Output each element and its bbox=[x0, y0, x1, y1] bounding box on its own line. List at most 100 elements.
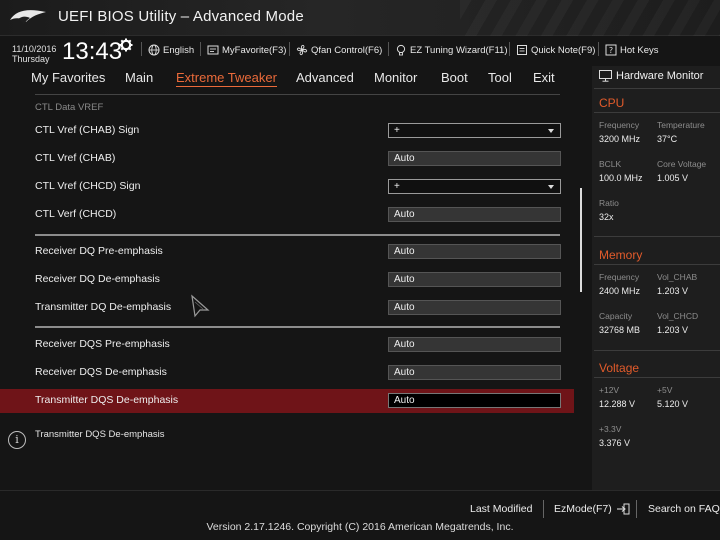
hw-mem-frequency-label: Frequency bbox=[599, 272, 640, 282]
setting-dropdown[interactable]: + bbox=[388, 179, 561, 194]
setting-field[interactable]: Auto bbox=[388, 244, 561, 259]
scrollbar[interactable] bbox=[580, 188, 582, 292]
setting-field[interactable]: Auto bbox=[388, 272, 561, 287]
menu-main[interactable]: Main bbox=[125, 70, 153, 85]
hw-bclk-label: BCLK bbox=[599, 159, 622, 169]
myfavorite-button[interactable]: MyFavorite(F3) bbox=[207, 43, 286, 57]
version-text: Version 2.17.1246. Copyright (C) 2016 Am… bbox=[206, 521, 514, 533]
setting-label: Receiver DQS Pre-emphasis bbox=[35, 338, 170, 350]
hw-mem-frequency-value: 2400 MHz bbox=[599, 286, 641, 296]
hw-12v-label: +12V bbox=[599, 385, 620, 395]
hw-vol-chab-label: Vol_CHAB bbox=[657, 272, 698, 282]
svg-text:?: ? bbox=[609, 46, 613, 55]
dropdown-caret-icon bbox=[548, 129, 554, 133]
setting-field[interactable]: Auto bbox=[388, 300, 561, 315]
setting-field[interactable]: Auto bbox=[388, 337, 561, 352]
toolbar-separator bbox=[388, 42, 389, 56]
date-display: 11/10/2016 Thursday bbox=[12, 44, 56, 64]
menu-extreme-tweaker[interactable]: Extreme Tweaker bbox=[176, 70, 277, 87]
setting-field[interactable]: Auto bbox=[388, 365, 561, 380]
setting-label: CTL Vref (CHAB) bbox=[35, 152, 116, 164]
ez-tuning-wizard-button[interactable]: EZ Tuning Wizard(F11) bbox=[395, 43, 508, 57]
setting-label: CTL Verf (CHCD) bbox=[35, 208, 117, 220]
setting-label: CTL Vref (CHAB) Sign bbox=[35, 124, 140, 136]
bottom-separator bbox=[543, 500, 544, 518]
section-divider bbox=[35, 234, 560, 236]
menu-my-favorites[interactable]: My Favorites bbox=[31, 70, 105, 85]
group-label: CTL Data VREF bbox=[35, 102, 104, 113]
hw-5v-label: +5V bbox=[657, 385, 673, 395]
setting-dropdown[interactable]: + bbox=[388, 123, 561, 138]
hw-voltage-heading: Voltage bbox=[599, 361, 640, 375]
setting-field[interactable]: Auto bbox=[388, 207, 561, 222]
hw-section-line bbox=[594, 112, 720, 113]
toolbar-separator bbox=[509, 42, 510, 56]
hw-3v3-value: 3.376 V bbox=[599, 438, 631, 448]
hardware-monitor-label: Hardware Monitor bbox=[616, 70, 704, 82]
setting-field-selected[interactable]: Auto bbox=[388, 393, 561, 408]
hot-keys-label: Hot Keys bbox=[620, 44, 659, 56]
language-button[interactable]: English bbox=[148, 43, 194, 57]
rog-eye-logo bbox=[10, 10, 46, 25]
hw-title-line bbox=[594, 88, 720, 89]
language-label: English bbox=[163, 44, 195, 56]
search-faq-button[interactable]: Search on FAQ bbox=[648, 503, 720, 515]
gear-icon[interactable] bbox=[119, 38, 133, 52]
setting-field[interactable]: Auto bbox=[388, 151, 561, 166]
setting-value: + bbox=[394, 181, 400, 192]
hw-core-voltage-label: Core Voltage bbox=[657, 159, 707, 169]
clock: 13:43 bbox=[62, 38, 123, 65]
mouse-cursor-icon bbox=[191, 294, 210, 318]
setting-label: Transmitter DQ De-emphasis bbox=[35, 301, 172, 313]
hw-memory-heading: Memory bbox=[599, 248, 643, 262]
bulb-icon bbox=[396, 44, 406, 56]
hw-vol-chcd-label: Vol_CHCD bbox=[657, 311, 699, 321]
date-text: 11/10/2016 bbox=[12, 44, 57, 54]
ezmode-button[interactable]: EzMode(F7) bbox=[554, 503, 630, 515]
fan-icon bbox=[296, 44, 308, 56]
hw-cpu-frequency-label: Frequency bbox=[599, 120, 640, 130]
hw-cpu-temperature-label: Temperature bbox=[657, 120, 705, 130]
hot-keys-button[interactable]: ? Hot Keys bbox=[605, 43, 659, 57]
favorite-icon bbox=[207, 45, 219, 55]
hw-12v-value: 12.288 V bbox=[599, 399, 636, 409]
menu-monitor[interactable]: Monitor bbox=[374, 70, 417, 85]
hw-vol-chcd-value: 1.203 V bbox=[657, 325, 689, 335]
hw-capacity-label: Capacity bbox=[599, 311, 633, 321]
hw-section-line bbox=[594, 350, 720, 351]
toolbar-separator bbox=[598, 42, 599, 56]
ezmode-label: EzMode(F7) bbox=[554, 503, 612, 515]
section-divider bbox=[35, 326, 560, 328]
ez-tuning-wizard-label: EZ Tuning Wizard(F11) bbox=[410, 44, 508, 56]
help-icon: ? bbox=[605, 44, 617, 56]
note-icon bbox=[517, 45, 527, 55]
menu-boot[interactable]: Boot bbox=[441, 70, 468, 85]
toolbar-separator bbox=[200, 42, 201, 56]
exit-arrow-icon bbox=[616, 503, 630, 515]
content-top-line bbox=[35, 94, 560, 95]
hw-cpu-heading: CPU bbox=[599, 96, 625, 110]
qfan-control-button[interactable]: Qfan Control(F6) bbox=[296, 43, 382, 57]
setting-label: Receiver DQ De-emphasis bbox=[35, 273, 160, 285]
hw-ratio-value: 32x bbox=[599, 212, 614, 222]
hw-vol-chab-value: 1.203 V bbox=[657, 286, 689, 296]
setting-label: CTL Vref (CHCD) Sign bbox=[35, 180, 141, 192]
hw-core-voltage-value: 1.005 V bbox=[657, 173, 689, 183]
menu-tool[interactable]: Tool bbox=[488, 70, 512, 85]
setting-label: Receiver DQS De-emphasis bbox=[35, 366, 167, 378]
day-text: Thursday bbox=[12, 54, 50, 64]
setting-label: Receiver DQ Pre-emphasis bbox=[35, 245, 163, 257]
monitor-icon bbox=[599, 70, 612, 82]
menu-advanced[interactable]: Advanced bbox=[296, 70, 354, 85]
toolbar-separator bbox=[289, 42, 290, 56]
menu-exit[interactable]: Exit bbox=[533, 70, 555, 85]
bottom-separator bbox=[636, 500, 637, 518]
setting-label-selected: Transmitter DQS De-emphasis bbox=[35, 394, 179, 406]
quick-note-button[interactable]: Quick Note(F9) bbox=[516, 43, 595, 57]
quick-note-label: Quick Note(F9) bbox=[531, 44, 596, 56]
qfan-control-label: Qfan Control(F6) bbox=[311, 44, 383, 56]
last-modified-button[interactable]: Last Modified bbox=[470, 503, 532, 515]
hw-bclk-value: 100.0 MHz bbox=[599, 173, 643, 183]
myfavorite-label: MyFavorite(F3) bbox=[222, 44, 287, 56]
help-text: Transmitter DQS De-emphasis bbox=[35, 429, 165, 440]
